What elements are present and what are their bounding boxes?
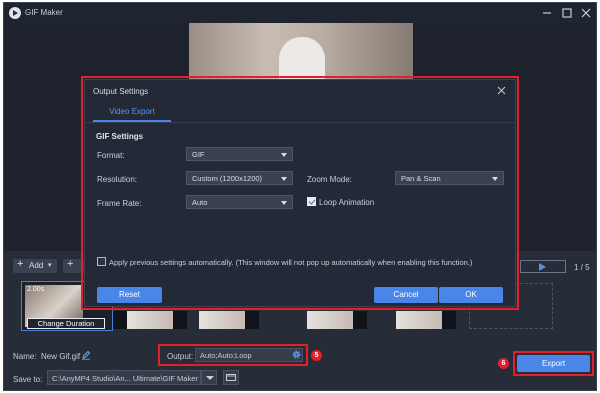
tab-divider — [85, 122, 515, 123]
format-label: Format: — [97, 151, 125, 160]
name-label: Name: — [13, 352, 37, 361]
clip-duration: 2.00s — [27, 286, 45, 293]
gear-icon[interactable] — [291, 349, 302, 362]
frame-thumbnail — [127, 311, 173, 329]
page-count: 1 / 5 — [574, 263, 590, 272]
frame-rate-label: Frame Rate: — [97, 199, 142, 208]
export-button[interactable]: Export — [517, 355, 590, 372]
app-title: GIF Maker — [25, 8, 63, 17]
open-folder-button[interactable] — [223, 370, 239, 385]
apply-previous-label: Apply previous settings automatically. (… — [109, 258, 473, 267]
play-icon — [539, 263, 546, 271]
app-logo-icon — [9, 7, 21, 19]
output-settings-dialog: Output Settings Video Export GIF Setting… — [84, 79, 516, 307]
plus-icon: + — [17, 258, 24, 270]
folder-icon — [226, 374, 236, 381]
chevron-down-icon — [492, 177, 498, 181]
format-select[interactable]: GIF — [186, 147, 293, 161]
add-label: Add — [29, 261, 44, 270]
frame-thumbnail — [396, 311, 442, 329]
tab-video-export[interactable]: Video Export — [93, 104, 171, 120]
reset-button[interactable]: Reset — [97, 287, 162, 303]
loop-animation-checkbox[interactable] — [307, 197, 316, 206]
zoom-mode-select[interactable]: Pan & Scan — [395, 171, 504, 185]
step-badge-5: 5 — [311, 350, 322, 361]
resolution-label: Resolution: — [97, 175, 138, 184]
add-button[interactable]: + Add ▾ — [13, 258, 57, 273]
chevron-down-icon — [281, 177, 287, 181]
output-highlight: Output: Auto;Auto;Loop — [158, 344, 308, 366]
frame-gap — [442, 311, 456, 329]
step-badge-6: 6 — [498, 358, 509, 369]
frame-gap — [173, 311, 187, 329]
title-bar: GIF Maker — [4, 3, 596, 23]
ok-button[interactable]: OK — [439, 287, 503, 303]
frame-thumbnail — [199, 311, 245, 329]
frame-gap — [245, 311, 259, 329]
zoom-mode-label: Zoom Mode: — [307, 175, 352, 184]
frame-thumbnail — [307, 311, 353, 329]
play-button[interactable] — [520, 260, 566, 273]
frame-gap — [113, 311, 127, 329]
resolution-value: Custom (1200x1200) — [192, 174, 263, 183]
chevron-down-icon: ▾ — [48, 262, 52, 269]
minimize-icon[interactable] — [540, 6, 554, 20]
maximize-icon[interactable] — [560, 6, 574, 20]
apply-previous-checkbox[interactable] — [97, 257, 106, 266]
gif-settings-heading: GIF Settings — [96, 132, 144, 141]
save-path-field[interactable]: C:\AnyMP4 Studio\An... Ultimate\GIF Make… — [47, 370, 201, 385]
format-value: GIF — [192, 150, 205, 159]
chevron-down-icon — [281, 201, 287, 205]
save-path-dropdown[interactable] — [201, 370, 217, 385]
close-icon[interactable] — [579, 6, 593, 20]
name-value: New Gif.gif — [41, 352, 81, 361]
output-label: Output: — [167, 352, 194, 361]
frame-rate-select[interactable]: Auto — [186, 195, 293, 209]
cancel-button[interactable]: Cancel — [374, 287, 438, 303]
frame-rate-value: Auto — [192, 198, 208, 207]
frame-gap — [353, 311, 367, 329]
change-duration-button[interactable]: Change Duration — [27, 318, 105, 329]
dialog-close-icon[interactable] — [496, 85, 507, 98]
zoom-mode-value: Pan & Scan — [401, 174, 441, 183]
resolution-select[interactable]: Custom (1200x1200) — [186, 171, 293, 185]
chevron-down-icon — [206, 376, 214, 380]
dialog-title: Output Settings — [93, 87, 149, 96]
output-field[interactable]: Auto;Auto;Loop — [195, 348, 303, 362]
output-value: Auto;Auto;Loop — [200, 351, 252, 360]
save-to-label: Save to: — [13, 375, 43, 384]
export-highlight: Export — [513, 351, 594, 376]
edit-icon[interactable] — [81, 350, 91, 362]
chevron-down-icon — [281, 153, 287, 157]
plus-icon: + — [67, 258, 74, 270]
loop-animation-label: Loop Animation — [319, 198, 375, 207]
